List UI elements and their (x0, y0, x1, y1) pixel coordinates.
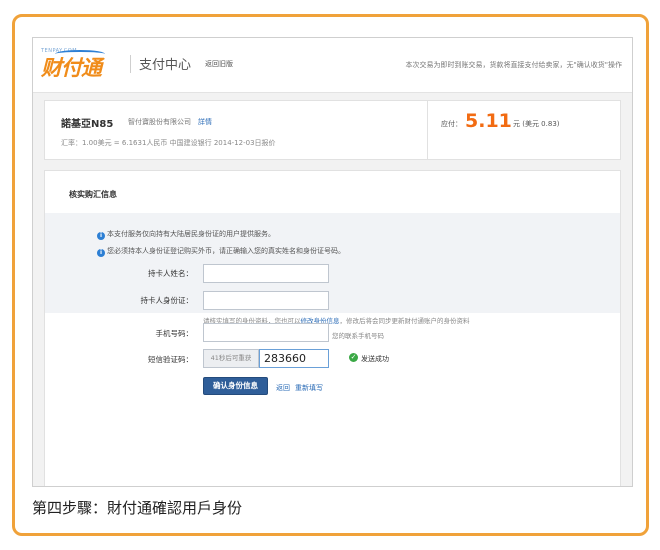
sms-code-input[interactable]: 283660 (259, 349, 329, 368)
merchant-summary: 諾基亞N85 智付寶股份有限公司 詳情 汇率：1.00美元 = 6.1631人民… (44, 100, 621, 160)
details-link[interactable]: 詳情 (198, 117, 212, 127)
amount-due-unit: 元 (美元 0.83) (513, 120, 560, 128)
top-bar: TENPAY.COM 财付通 支付中心 返回旧版 本次交易为即时到账交易，货款将… (33, 38, 632, 93)
amount-due-value: 5.11 (465, 110, 512, 132)
resend-code-button[interactable]: 41秒后可重获 (203, 349, 259, 368)
send-status: 发送成功 (361, 355, 389, 363)
notice-item: i 本支付服务仅向持有大陆居民身份证的用户提供服务。 (97, 229, 275, 240)
amount-due-label: 应付： (441, 120, 462, 128)
notice-text: 您必须持本人身份证登记购买外币，请正确输入您的真实姓名和身份证号码。 (107, 247, 345, 255)
info-icon: i (97, 232, 105, 240)
panel-title: 核实购汇信息 (69, 190, 117, 199)
phone-input[interactable] (203, 323, 329, 342)
summary-divider (427, 101, 428, 159)
back-link[interactable]: 返回 (276, 383, 290, 393)
back-to-old-version-link[interactable]: 返回旧版 (205, 59, 233, 69)
product-name: 諾基亞N85 (61, 119, 114, 130)
check-icon: ✓ (349, 353, 358, 362)
cardholder-name-input[interactable] (203, 264, 329, 283)
verify-panel: 核实购汇信息 i 本支付服务仅向持有大陆居民身份证的用户提供服务。 i 您必须持本人… (44, 170, 621, 486)
notice-text: 本支付服务仅向持有大陆居民身份证的用户提供服务。 (107, 230, 275, 238)
cardholder-id-label: 持卡人身份证： (140, 296, 194, 305)
payment-screen: TENPAY.COM 财付通 支付中心 返回旧版 本次交易为即时到账交易，货款将… (32, 37, 633, 487)
orange-frame: TENPAY.COM 财付通 支付中心 返回旧版 本次交易为即时到账交易，货款将… (12, 14, 649, 536)
phone-label: 手机号码： (155, 329, 194, 338)
transaction-notice: 本次交易为即时到账交易，货款将直接支付给卖家，无"确认收货"操作 (405, 61, 622, 69)
refill-link[interactable]: 重新填写 (295, 383, 323, 393)
page-title: 支付中心 (139, 58, 192, 73)
cardholder-id-input[interactable] (203, 291, 329, 310)
exchange-rate: 汇率：1.00美元 = 6.1631人民币 中国建设银行 2014-12-03日… (61, 139, 276, 147)
step-caption: 第四步驟：財付通確認用戶身份 (32, 499, 243, 517)
title-divider (130, 55, 131, 73)
id-hint-text-end: ，修改后将会同步更新财付通账户的身份资料 (339, 317, 470, 325)
confirm-identity-button[interactable]: 确认身份信息 (203, 377, 268, 395)
logo-text: 财付通 (41, 56, 102, 80)
phone-hint: 您的联系手机号码 (332, 332, 384, 340)
sms-code-label: 短信验证码： (148, 355, 193, 364)
merchant-company: 智付寶股份有限公司 (128, 118, 191, 126)
cardholder-name-label: 持卡人姓名： (148, 269, 193, 278)
tenpay-logo[interactable]: TENPAY.COM 财付通 (41, 48, 123, 84)
notice-item: i 您必须持本人身份证登记购买外币，请正确输入您的真实姓名和身份证号码。 (97, 246, 345, 257)
info-icon: i (97, 249, 105, 257)
